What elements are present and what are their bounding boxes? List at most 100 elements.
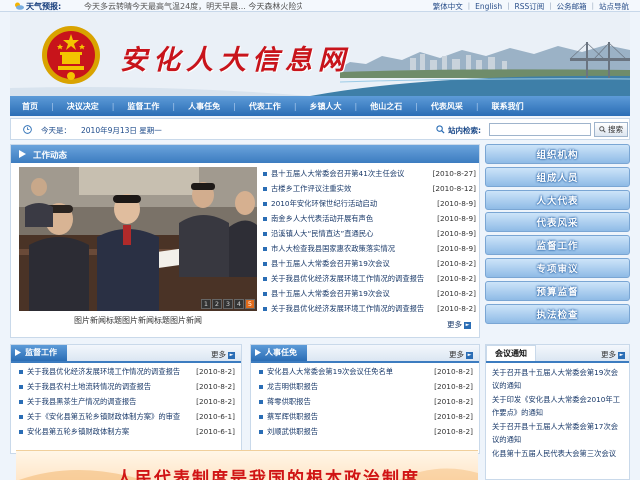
photo-page-4[interactable]: 4: [234, 299, 244, 309]
list-item[interactable]: 关于《安化县第五轮乡镇财政体制方案》的审查 [2010-6-1]: [17, 412, 235, 427]
list-item-title[interactable]: 安化县人大常委会第19次会议任免名单: [267, 367, 393, 377]
list-item[interactable]: 2010年安化环保世纪行活动启动 [2010-8-9]: [261, 199, 476, 214]
nav-other-mountains[interactable]: 他山之石: [370, 101, 402, 112]
official-mail-link[interactable]: 公务邮箱: [552, 1, 592, 12]
list-item[interactable]: 安化县人大常委会第19次会议任免名单 [2010-8-2]: [257, 367, 473, 382]
list-item[interactable]: 古楼乡工作评议注重实效 [2010-8-12]: [261, 184, 476, 199]
list-item-date: [2010-6-1]: [196, 427, 235, 436]
photo-caption[interactable]: 图片新闻标题图片新闻标题图片新闻: [19, 315, 257, 326]
list-item-title[interactable]: 关于《安化县第五轮乡镇财政体制方案》的审查: [27, 412, 180, 422]
nav-home[interactable]: 首页: [22, 101, 38, 112]
list-item-title[interactable]: 关于我县优化经济发展环境工作情况的调查报告: [27, 367, 180, 377]
list-item-date: [2010-8-2]: [196, 382, 235, 391]
notice-item[interactable]: 关于印发《安化县人大常委会2010年工作要点》的通知: [492, 394, 623, 419]
list-item[interactable]: 关于我县优化经济发展环境工作情况的调查报告 [2010-8-2]: [261, 274, 476, 289]
supervision-tab[interactable]: 监督工作: [11, 345, 67, 361]
list-item-date: [2010-8-2]: [434, 367, 473, 376]
list-item-title[interactable]: 县十五届人大常委会召开第41次主任会议: [271, 169, 426, 179]
list-item-title[interactable]: 县十五届人大常委会召开第19次会议: [271, 259, 426, 269]
list-item[interactable]: 关于我县优化经济发展环境工作情况的调查报告 [2010-8-2]: [17, 367, 235, 382]
notice-item[interactable]: 关于召开县十五届人大常委会第19次会议的通知: [492, 367, 623, 392]
supervision-more-link[interactable]: 更多 ►: [211, 349, 235, 360]
list-item[interactable]: 县十五届人大常委会召开第19次会议 [2010-8-2]: [261, 259, 476, 274]
sidebar-organization[interactable]: 组织机构: [485, 144, 630, 164]
list-item-date: [2010-8-9]: [437, 244, 476, 253]
notice-more-link[interactable]: 更多 ►: [601, 349, 625, 360]
list-item[interactable]: 县十五届人大常委会召开第41次主任会议 [2010-8-27]: [261, 169, 476, 184]
nav-contact-us[interactable]: 联系我们: [492, 101, 524, 112]
list-item-title[interactable]: 南金乡人大代表活动开展有声色: [271, 214, 426, 224]
search-label: 站内检索:: [448, 126, 481, 135]
nav-personnel[interactable]: 人事任免: [188, 101, 220, 112]
nav-township-congress[interactable]: 乡镇人大: [310, 101, 342, 112]
english-link[interactable]: English: [470, 2, 507, 11]
slogan-banner[interactable]: 人民代表制度是我国的根本政治制度: [16, 450, 478, 480]
list-item[interactable]: 南金乡人大代表活动开展有声色 [2010-8-9]: [261, 214, 476, 229]
list-item-title[interactable]: 关于我县优化经济发展环境工作情况的调查报告: [271, 274, 426, 284]
list-item-title[interactable]: 关于我县农村土地流转情况的调查报告: [27, 382, 151, 392]
list-item[interactable]: 关于我县优化经济发展环境工作情况的调查报告 [2010-8-2]: [261, 304, 476, 319]
work-news-more-link[interactable]: 更多 ►: [447, 319, 471, 330]
list-item-title[interactable]: 关于我县黑茶生产情况的调查报告: [27, 397, 136, 407]
list-item-title[interactable]: 关于我县优化经济发展环境工作情况的调查报告: [271, 304, 426, 314]
search-button[interactable]: 搜索: [594, 122, 628, 137]
list-item-title[interactable]: 蒋零供职报告: [267, 397, 311, 407]
site-navigation-link[interactable]: 站点导航: [594, 1, 634, 12]
supervision-header: 监督工作 更多 ►: [11, 345, 241, 363]
list-item-title[interactable]: 市人大检查我县国家惠农政策落实情况: [271, 244, 426, 254]
list-item[interactable]: 市人大检查我县国家惠农政策落实情况 [2010-8-9]: [261, 244, 476, 259]
photo-page-1[interactable]: 1: [201, 299, 211, 309]
nav-supervision[interactable]: 监督工作: [127, 101, 159, 112]
list-item[interactable]: 关于我县黑茶生产情况的调查报告 [2010-8-2]: [17, 397, 235, 412]
photo-page-5[interactable]: 5: [245, 299, 255, 309]
weather-cloud-icon: [15, 2, 24, 10]
search-button-icon: [599, 126, 606, 133]
list-item-title[interactable]: 龙吉明供职报告: [267, 382, 318, 392]
nav-representative-style[interactable]: 代表风采: [431, 101, 463, 112]
more-arrow-icon: ►: [618, 351, 625, 359]
list-item[interactable]: 关于我县农村土地流转情况的调查报告 [2010-8-2]: [17, 382, 235, 397]
sidebar-law-inspection[interactable]: 执法检查: [485, 303, 630, 324]
sidebar-representatives[interactable]: 人大代表: [485, 189, 630, 210]
notice-tab[interactable]: 会议通知: [486, 345, 536, 361]
notice-item[interactable]: 关于召开县十五届人大常委会第17次会议的通知: [492, 421, 623, 446]
search-input[interactable]: [489, 123, 591, 136]
list-item-date: [2010-8-9]: [437, 199, 476, 208]
nav-representative-work[interactable]: 代表工作: [249, 101, 281, 112]
sidebar-representative-style[interactable]: 代表风采: [485, 212, 630, 233]
list-item-title[interactable]: 刘顺武供职报告: [267, 427, 318, 437]
notice-item[interactable]: 化县第十五届人民代表大会第三次会议: [492, 448, 623, 461]
list-item-title[interactable]: 2010年安化环保世纪行活动启动: [271, 199, 426, 209]
list-item[interactable]: 蔡军辉供职报告 [2010-8-2]: [257, 412, 473, 427]
photo-page-3[interactable]: 3: [223, 299, 233, 309]
list-item-title[interactable]: 蔡军辉供职报告: [267, 412, 318, 422]
sidebar-budget-supervision[interactable]: 预算监督: [485, 280, 630, 301]
personnel-more-link[interactable]: 更多 ►: [449, 349, 473, 360]
meeting-photo-image: [19, 167, 257, 311]
list-item-date: [2010-8-2]: [437, 259, 476, 268]
traditional-chinese-link[interactable]: 繁体中文: [428, 1, 468, 12]
nav-resolutions[interactable]: 决议决定: [67, 101, 99, 112]
bullet-icon: [19, 385, 23, 389]
bullet-icon: [259, 430, 263, 434]
list-item[interactable]: 龙吉明供职报告 [2010-8-2]: [257, 382, 473, 397]
list-item-title[interactable]: 安化县第五轮乡镇财政体制方案: [27, 427, 129, 437]
list-item[interactable]: 安化县第五轮乡镇财政体制方案 [2010-6-1]: [17, 427, 235, 442]
personnel-tab[interactable]: 人事任免: [251, 345, 307, 361]
sidebar-supervision[interactable]: 监督工作: [485, 235, 630, 256]
list-item[interactable]: 刘顺武供职报告 [2010-8-2]: [257, 427, 473, 442]
current-date: 2010年9月13日 星期一: [81, 126, 162, 135]
list-item-date: [2010-8-2]: [434, 427, 473, 436]
sidebar-members[interactable]: 组成人员: [485, 166, 630, 187]
list-item[interactable]: 沿溪镇人大“民情直达”直通民心 [2010-8-9]: [261, 229, 476, 244]
list-item[interactable]: 蒋零供职报告 [2010-8-2]: [257, 397, 473, 412]
rss-link[interactable]: RSS订阅: [510, 1, 550, 12]
news-photo[interactable]: 1 2 3 4 5: [19, 167, 257, 311]
list-item-title[interactable]: 古楼乡工作评议注重实效: [271, 184, 426, 194]
weather-ticker[interactable]: 今天多云转晴今天最高气温24度，明天早晨... 今天森林火险灾...: [84, 1, 302, 12]
sidebar-special-review[interactable]: 专项审议: [485, 257, 630, 278]
list-item[interactable]: 县十五届人大常委会召开第19次会议 [2010-8-2]: [261, 289, 476, 304]
photo-page-2[interactable]: 2: [212, 299, 222, 309]
list-item-title[interactable]: 沿溪镇人大“民情直达”直通民心: [271, 229, 426, 239]
list-item-title[interactable]: 县十五届人大常委会召开第19次会议: [271, 289, 426, 299]
